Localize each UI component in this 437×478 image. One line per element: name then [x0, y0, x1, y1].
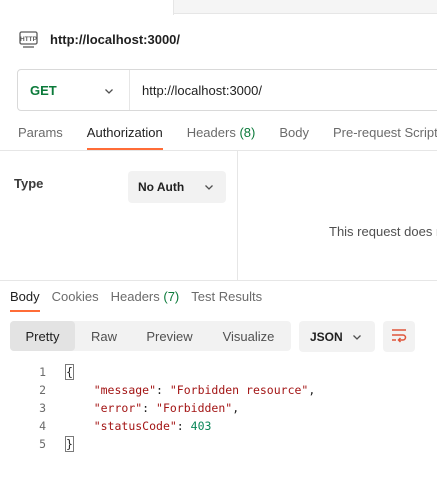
- code-line: 2 "message": "Forbidden resource",: [0, 381, 437, 399]
- line-number: 4: [39, 419, 46, 433]
- code-line: 5 }: [0, 435, 437, 453]
- url-bar: GET http://localhost:3000/: [17, 69, 437, 111]
- view-raw[interactable]: Raw: [75, 321, 133, 351]
- line-number: 1: [39, 365, 46, 379]
- request-title[interactable]: http://localhost:3000/: [50, 32, 180, 47]
- response-tabs: Body Cookies Headers (7) Test Results: [10, 289, 274, 313]
- view-mode-segmented: Pretty Raw Preview Visualize: [10, 321, 291, 351]
- tab-authorization[interactable]: Authorization: [86, 125, 163, 151]
- response-tab-headers-label: Headers: [110, 289, 160, 304]
- json-key: "statusCode": [93, 419, 177, 433]
- json-value: "Forbidden resource": [169, 383, 309, 397]
- json-value: 403: [190, 419, 212, 433]
- format-value: JSON: [310, 329, 343, 344]
- request-tabs: Params Authorization Headers (8) Body Pr…: [18, 125, 437, 151]
- tab-params[interactable]: Params: [18, 125, 63, 151]
- view-pretty[interactable]: Pretty: [10, 321, 75, 351]
- tab-body[interactable]: Body: [279, 125, 309, 151]
- chevron-down-icon: [103, 85, 115, 97]
- format-select[interactable]: JSON: [299, 321, 375, 352]
- code-line: 3 "error": "Forbidden",: [0, 399, 437, 417]
- tab-headers-label: Headers: [186, 125, 236, 140]
- line-number: 3: [39, 401, 46, 415]
- tab-headers-count: (8): [239, 125, 256, 140]
- method-label: GET: [30, 82, 57, 98]
- http-icon: HTTP: [18, 29, 39, 50]
- svg-text:HTTP: HTTP: [20, 36, 38, 43]
- url-input[interactable]: http://localhost:3000/: [130, 83, 262, 98]
- request-title-row: HTTP http://localhost:3000/: [18, 27, 180, 51]
- response-tab-headers-count: (7): [163, 289, 180, 304]
- view-visualize[interactable]: Visualize: [206, 321, 291, 351]
- response-body-code[interactable]: 1 { 2 "message": "Forbidden resource", 3…: [0, 363, 437, 453]
- active-request-tab[interactable]: [0, 0, 174, 15]
- json-key: "error": [93, 401, 143, 415]
- code-line: 1 {: [0, 363, 437, 381]
- code-line: 4 "statusCode": 403: [0, 417, 437, 435]
- wrap-lines-button[interactable]: [383, 321, 415, 352]
- json-value: "Forbidden": [156, 401, 233, 415]
- close-brace: }: [65, 436, 74, 452]
- line-number: 5: [39, 437, 46, 451]
- chevron-down-icon: [351, 331, 363, 343]
- view-preview[interactable]: Preview: [133, 321, 206, 351]
- auth-type-value: No Auth: [138, 180, 185, 194]
- auth-type-label: Type: [14, 176, 44, 191]
- response-tab-headers[interactable]: Headers (7): [111, 289, 180, 313]
- method-select[interactable]: GET: [18, 70, 130, 110]
- section-divider: [0, 280, 437, 281]
- tab-prerequest-script[interactable]: Pre-request Script: [333, 125, 437, 151]
- tab-headers[interactable]: Headers (8): [187, 125, 256, 151]
- open-brace: {: [65, 364, 74, 380]
- wrap-lines-icon: [390, 327, 408, 346]
- response-tab-body[interactable]: Body: [10, 289, 40, 313]
- json-key: "message": [93, 383, 157, 397]
- auth-type-select[interactable]: No Auth: [128, 171, 226, 203]
- line-number: 2: [39, 383, 46, 397]
- response-tab-cookies[interactable]: Cookies: [52, 289, 99, 313]
- chevron-down-icon: [203, 181, 215, 193]
- response-tab-test-results[interactable]: Test Results: [191, 289, 262, 313]
- auth-message: This request does n: [329, 224, 437, 239]
